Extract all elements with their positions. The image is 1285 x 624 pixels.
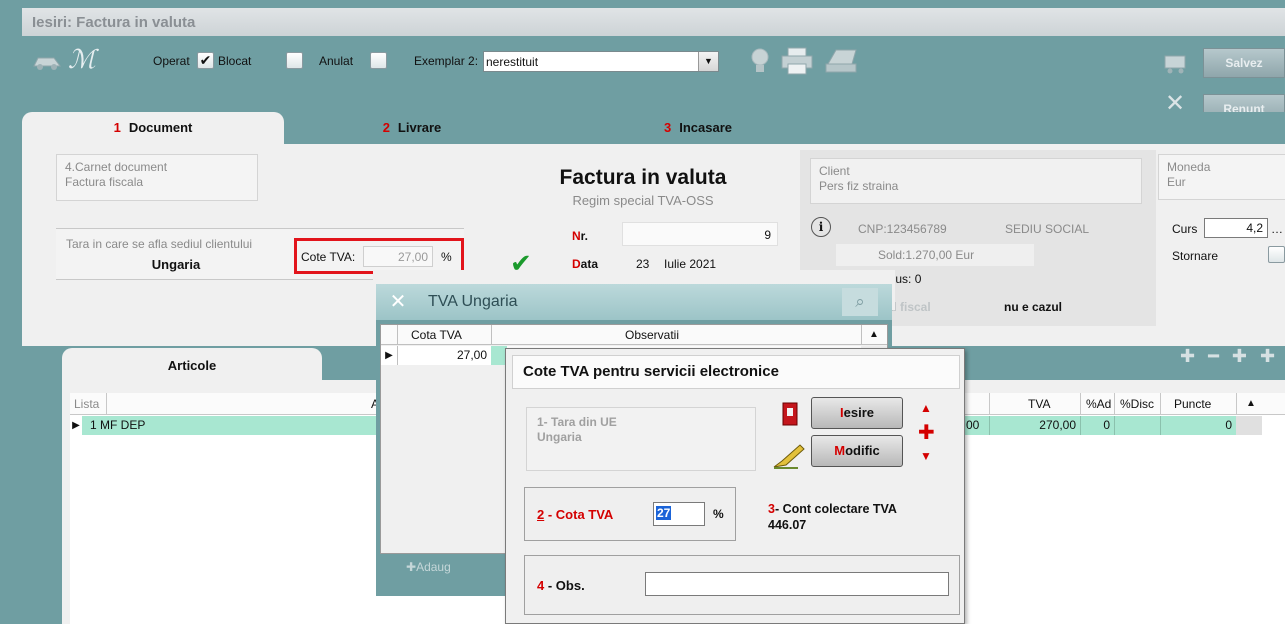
row-pointer-icon: ▶ bbox=[70, 416, 82, 435]
info-icon[interactable]: i bbox=[811, 217, 831, 237]
stornare-checkbox[interactable] bbox=[1268, 246, 1285, 263]
obs-label: 4 - Obs. bbox=[537, 578, 585, 593]
modific-button[interactable]: Modific bbox=[811, 435, 903, 467]
exit-door-icon bbox=[780, 401, 802, 427]
car-icon[interactable] bbox=[32, 50, 62, 72]
plus-icon[interactable]: ✚ bbox=[918, 423, 935, 443]
tva-ungaria-header: ✕ TVA Ungaria ⌕ bbox=[376, 284, 892, 320]
close-icon[interactable]: ✕ bbox=[384, 288, 412, 316]
client-box[interactable]: Client Pers fiz straina bbox=[810, 158, 1142, 204]
window-title: Iesiri: Factura in valuta bbox=[22, 8, 1285, 36]
more-icon[interactable]: … bbox=[1271, 222, 1283, 236]
scroll-up-icon[interactable]: ▲ bbox=[1240, 393, 1262, 415]
save-button[interactable]: Salvez bbox=[1203, 48, 1285, 78]
cota-tva-box: 2 - Cota TVA 27 % bbox=[524, 487, 736, 541]
anulat-checkbox[interactable] bbox=[370, 52, 387, 69]
carnet-box[interactable]: 4.Carnet document Factura fiscala bbox=[56, 154, 258, 201]
stornare-label: Stornare bbox=[1172, 249, 1219, 263]
tab-document[interactable]: 1 Document bbox=[22, 112, 284, 144]
sold-box: Sold:1.270,00 Eur bbox=[836, 244, 1034, 266]
search-icon[interactable]: ⌕ bbox=[842, 288, 878, 316]
row-pointer-icon: ▶ bbox=[385, 350, 393, 361]
obs-input[interactable] bbox=[645, 572, 949, 596]
date-day[interactable]: 23 bbox=[636, 257, 649, 271]
arrow-down-icon[interactable]: ▼ bbox=[920, 449, 932, 463]
cote-tva-field[interactable]: 27,00 bbox=[363, 246, 433, 267]
exemplar-value: nerestituit bbox=[486, 55, 539, 69]
fax-icon[interactable] bbox=[822, 44, 862, 76]
cod-fiscal-value: nu e cazul bbox=[1004, 300, 1063, 314]
document-subtitle: Regim special TVA-OSS bbox=[572, 193, 714, 208]
tab-articole[interactable]: Articole bbox=[62, 348, 322, 380]
iesire-button[interactable]: Iesire bbox=[811, 397, 903, 429]
chevron-down-icon[interactable]: ▼ bbox=[698, 52, 718, 71]
blocat-label: Blocat bbox=[218, 54, 252, 68]
cote-tva-dialog: Cote TVA pentru servicii electronice 1- … bbox=[505, 348, 965, 624]
tab-bar: 1 Document 2 Livrare 3 Incasare bbox=[22, 112, 1285, 144]
client-sediu: SEDIU SOCIAL bbox=[1005, 222, 1090, 236]
nr-field[interactable]: 9 bbox=[622, 222, 778, 246]
blocat-checkbox[interactable] bbox=[286, 52, 303, 69]
nr-label: Nr. bbox=[572, 229, 589, 243]
add-remove-icons[interactable]: ✚ ━ ✚ ✚ bbox=[1180, 346, 1285, 368]
curs-label: Curs bbox=[1172, 222, 1198, 236]
tab-livrare[interactable]: 2 Livrare bbox=[352, 112, 472, 144]
scroll-up-icon[interactable]: ▲ bbox=[863, 325, 885, 345]
printer-icon[interactable] bbox=[780, 46, 814, 76]
data-label: Data bbox=[572, 257, 599, 271]
exemplar-label: Exemplar 2: bbox=[414, 54, 479, 68]
document-title: Factura in valuta bbox=[559, 166, 727, 189]
m-logo-icon[interactable]: ℳ bbox=[68, 46, 108, 74]
cota-tva-input[interactable]: 27 bbox=[653, 502, 705, 526]
obs-box: 4 - Obs. bbox=[524, 555, 960, 615]
toolbar: ℳ Operat ✔ Blocat Anulat Exemplar 2: ner… bbox=[22, 36, 1285, 124]
anulat-label: Anulat bbox=[319, 54, 354, 68]
curs-field[interactable]: 4,2 bbox=[1204, 218, 1268, 238]
exemplar-select[interactable]: nerestituit ▼ bbox=[483, 51, 719, 72]
moneda-box[interactable]: Moneda Eur bbox=[1158, 154, 1285, 200]
plus-icon: ✚ bbox=[406, 560, 417, 574]
client-cnp: CNP:123456789 bbox=[858, 222, 947, 236]
pencil-edit-icon bbox=[772, 441, 806, 471]
cote-dialog-title: Cote TVA pentru servicii electronice bbox=[512, 355, 960, 389]
operat-label: Operat bbox=[153, 54, 190, 68]
left-strip bbox=[0, 0, 22, 624]
cont-colectare-value: 446.07 bbox=[768, 518, 807, 532]
cont-colectare-label: 3- Cont colectare TVA bbox=[768, 502, 897, 516]
tara-value: Ungaria bbox=[151, 257, 201, 272]
arrow-up-icon[interactable]: ▲ bbox=[920, 401, 932, 415]
cart-icon[interactable] bbox=[1162, 50, 1188, 76]
lightbulb-icon[interactable] bbox=[748, 46, 772, 76]
date-month-year[interactable]: Iulie 2021 bbox=[664, 257, 716, 271]
tara-ue-box[interactable]: 1- Tara din UE Ungaria bbox=[526, 407, 756, 471]
tab-incasare[interactable]: 3 Incasare bbox=[638, 112, 758, 144]
cota-tva-label: 2 - Cota TVA bbox=[537, 507, 614, 522]
add-button[interactable]: ✚Adaug bbox=[406, 560, 451, 574]
cote-tva-highlight: Cote TVA: 27,00 % bbox=[294, 238, 464, 274]
operat-checkbox[interactable]: ✔ bbox=[197, 52, 214, 69]
